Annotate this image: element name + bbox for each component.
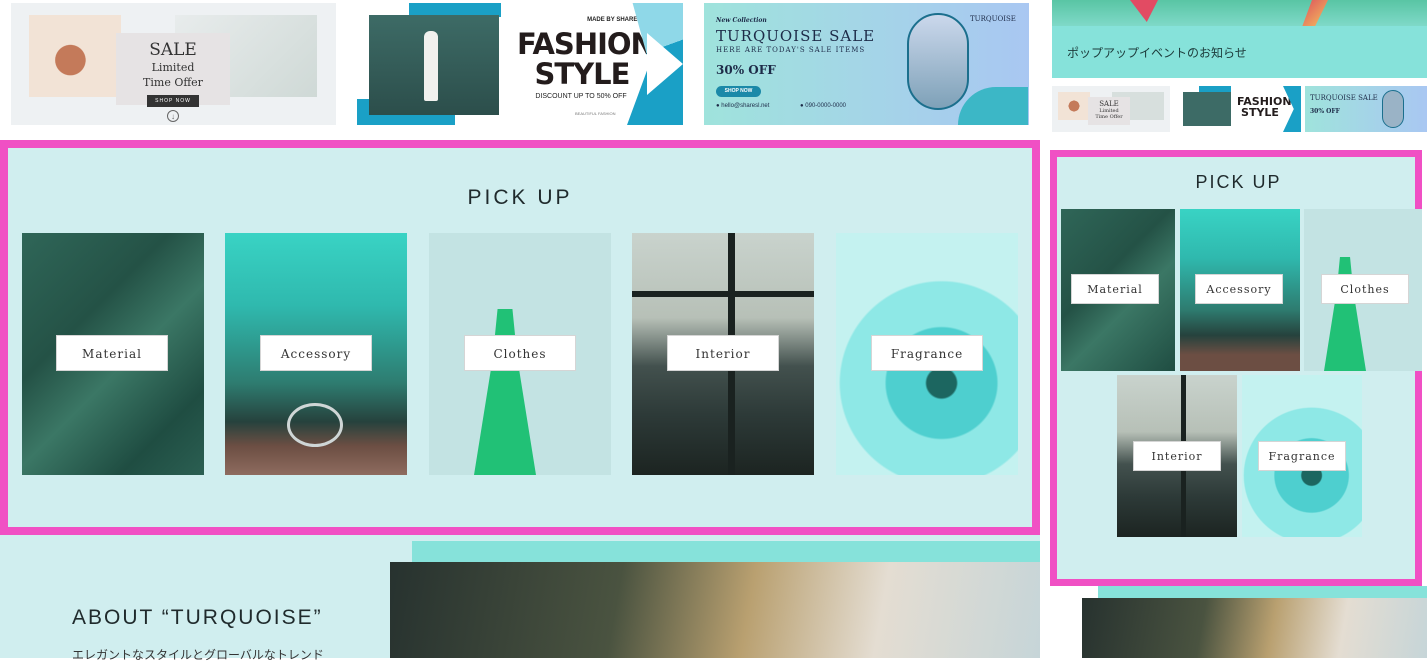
discount-percent: 30% OFF — [716, 63, 776, 77]
model-oval-photo — [907, 13, 969, 110]
pickup-card-material-mobile[interactable]: Material — [1061, 209, 1175, 371]
pickup-card-fragrance[interactable]: Fragrance — [836, 233, 1018, 475]
pickup-label-material-mobile: Material — [1071, 274, 1159, 304]
wave-decoration — [958, 87, 1028, 125]
shop-now-button[interactable]: SHOP NOW — [147, 95, 199, 107]
thumb-fashion-title: FASHION STYLE — [1237, 96, 1292, 119]
turquoise-sale-title: TURQUOISE SALE — [716, 27, 876, 45]
pickup-card-interior[interactable]: Interior — [632, 233, 814, 475]
notice-text: ポップアップイベントのお知らせ — [1067, 46, 1247, 60]
pickup-label-interior: Interior — [667, 335, 779, 371]
about-text: エレガントなスタイルとグローバルなトレンド — [72, 648, 324, 662]
ring-shape — [287, 403, 343, 447]
fashion-subtitle: DISCOUNT UP TO 50% OFF — [535, 93, 627, 100]
pickup-card-interior-mobile[interactable]: Interior — [1117, 375, 1237, 537]
sale-banner[interactable]: SALE Limited Time Offer SHOP NOW ↓ — [11, 3, 336, 125]
pickup-card-clothes-mobile[interactable]: Clothes — [1304, 209, 1422, 371]
pickup-label-fragrance: Fragrance — [871, 335, 983, 371]
thumb-percent: 30% OFF — [1310, 108, 1340, 115]
phone-value: 090-0000-0000 — [805, 103, 846, 109]
fashion-title-line-2: STYLE — [534, 57, 631, 91]
new-collection-label: New Collection — [716, 17, 767, 24]
arrow-down-icon: ↓ — [167, 110, 179, 122]
thumb-photo — [1058, 92, 1090, 120]
thumb-turquoise-title: TURQUOISE SALE — [1310, 94, 1378, 102]
notice-bar[interactable]: ポップアップイベントのお知らせ — [1052, 26, 1427, 78]
pickup-title: PICK UP — [467, 186, 573, 209]
pickup-label-interior-mobile: Interior — [1133, 441, 1221, 471]
email-value: hello@sharesl.net — [721, 103, 770, 109]
window-frame — [632, 291, 814, 297]
sale-line-1: Limited — [151, 61, 195, 74]
fashion-title: FASHION STYLE — [517, 27, 655, 91]
turquoise-banner[interactable]: New Collection TURQUOISE SALE HERE ARE T… — [704, 3, 1029, 125]
sale-line-2: Time Offer — [143, 76, 203, 89]
thumb-sale-line-2: Time Offer — [1095, 114, 1123, 120]
about-photo-mobile — [1082, 598, 1427, 658]
model-figure — [424, 31, 438, 101]
pickup-card-clothes[interactable]: Clothes — [429, 233, 611, 475]
pickup-label-clothes-mobile: Clothes — [1321, 274, 1409, 304]
brand-label: TURQUOISE — [970, 15, 1016, 23]
made-by-text: MADE BY SHARESL — [587, 17, 645, 23]
fashion-banner[interactable]: MADE BY SHARESL FASHION STYLE DISCOUNT U… — [357, 3, 683, 125]
pickup-label-clothes: Clothes — [464, 335, 576, 371]
pickup-label-accessory-mobile: Accessory — [1195, 274, 1283, 304]
thumb-chevron — [1283, 86, 1301, 132]
pickup-label-accessory: Accessory — [260, 335, 372, 371]
pickup-card-fragrance-mobile[interactable]: Fragrance — [1242, 375, 1362, 537]
pickup-card-accessory[interactable]: Accessory — [225, 233, 407, 475]
about-photo — [390, 562, 1040, 658]
sale-title: SALE — [149, 40, 197, 60]
pickup-card-accessory-mobile[interactable]: Accessory — [1180, 209, 1300, 371]
pickup-label-fragrance-mobile: Fragrance — [1258, 441, 1346, 471]
thumb-fashion-banner[interactable]: FASHION STYLE — [1179, 86, 1301, 132]
turquoise-sale-subtitle: HERE ARE TODAY'S SALE ITEMS — [716, 46, 866, 54]
shop-now-button[interactable]: SHOP NOW — [716, 86, 761, 97]
thumb-sale-card: SALE Limited Time Offer — [1088, 97, 1130, 125]
pickup-label-material: Material — [56, 335, 168, 371]
about-title: ABOUT “TURQUOISE” — [72, 606, 323, 629]
pickup-card-material[interactable]: Material — [22, 233, 204, 475]
about-teal-band — [412, 541, 1040, 563]
thumb-fashion-line-2: STYLE — [1241, 106, 1279, 119]
thumb-sale-title: SALE — [1099, 100, 1119, 108]
thumb-oval — [1382, 90, 1404, 128]
hero-photo-strip — [1052, 0, 1427, 26]
thumb-photo — [1183, 92, 1231, 126]
banner-photo-spices — [29, 15, 121, 97]
pickup-title-mobile: PICK UP — [1195, 172, 1282, 192]
thumb-sale-banner[interactable]: SALE Limited Time Offer — [1052, 86, 1170, 132]
fashion-title-line-1: FASHION — [517, 27, 655, 61]
dress-figure — [474, 309, 536, 475]
email-text: ● hello@sharesl.net — [716, 103, 769, 109]
thumb-turquoise-banner[interactable]: TURQUOISE SALE 30% OFF — [1305, 86, 1427, 132]
phone-text: ● 090-0000-0000 — [800, 103, 846, 109]
